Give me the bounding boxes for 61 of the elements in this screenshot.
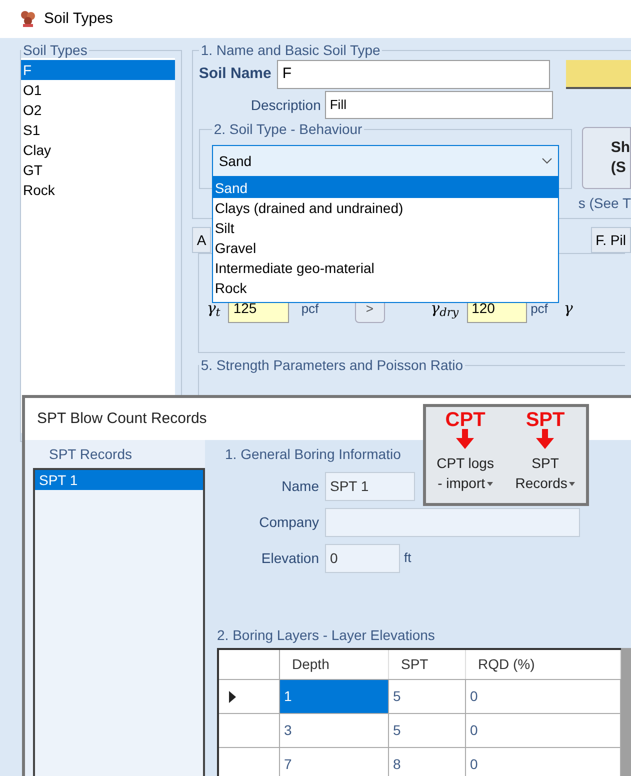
field-label: Name [280, 476, 320, 496]
column-header: SPT [389, 650, 466, 679]
soil-behaviour-dropdown[interactable]: Sand [212, 145, 559, 177]
group-label: 5. Strength Parameters and Poisson Ratio [200, 357, 464, 373]
record-item[interactable]: SPT 1 [35, 470, 203, 490]
text-field[interactable]: SPT 1 [325, 472, 415, 500]
text-field[interactable] [325, 508, 580, 536]
dropdown-option[interactable]: Silt [212, 218, 558, 238]
action-button[interactable] [566, 60, 631, 89]
toolbar-button[interactable]: SPT SPT Records [515, 411, 576, 503]
group-label: 1. General Boring Informatio [225, 444, 401, 464]
caret-icon [487, 482, 494, 486]
dropdown-option[interactable]: Clays (drained and undrained) [212, 198, 558, 218]
table-cell: 5 [389, 714, 466, 747]
group-label: 2. Boring Layers - Layer Elevations [217, 626, 436, 645]
note-text: s (See T [578, 194, 631, 213]
unit-label: pcf [301, 300, 319, 318]
soil-name-label: Soil Name [198, 64, 272, 84]
table-cell: 7 [280, 748, 389, 776]
field-label: Company [258, 512, 320, 532]
app-icon [20, 10, 36, 28]
records-label: SPT Records [48, 444, 133, 464]
caret-icon [569, 482, 576, 486]
soil-type-item[interactable]: Rock [21, 180, 175, 200]
description-label: Description [250, 96, 321, 115]
dropdown-option[interactable]: Gravel [212, 238, 558, 258]
table-cell: 1 [280, 680, 389, 713]
unit-label: pcf [530, 300, 548, 318]
dropdown-option[interactable]: Intermediate geo-material [212, 258, 558, 278]
gamma-t-label: γ$_{t}$ [206, 298, 220, 320]
table-cell: 8 [389, 748, 466, 776]
current-row-icon [229, 690, 236, 702]
soil-type-item[interactable]: Clay [21, 140, 175, 160]
tab[interactable]: F. Pil [590, 227, 631, 253]
soil-type-item[interactable]: O1 [21, 80, 175, 100]
description-field[interactable]: Fill [324, 91, 553, 119]
down-arrow-icon [455, 429, 476, 449]
down-arrow-icon [535, 429, 556, 449]
text-field[interactable]: 0 [325, 544, 400, 572]
soil-name-field[interactable]: F [277, 60, 550, 89]
side-button[interactable]: Sh (S [582, 127, 631, 189]
soil-type-item[interactable]: S1 [21, 120, 175, 140]
gamma-label: γ [564, 298, 573, 320]
group-label: Soil Types [22, 42, 88, 58]
group-label: 2. Soil Type - Behaviour [212, 121, 364, 137]
gamma-dry-label: γ$_{dry}$ [430, 298, 459, 320]
unit-label: ft [404, 549, 412, 568]
table-cell: 3 [280, 714, 389, 747]
soil-type-item[interactable]: F [21, 60, 175, 80]
column-header: Depth [280, 650, 389, 679]
tab[interactable]: A [192, 227, 212, 253]
dropdown-option[interactable]: Sand [212, 178, 558, 198]
chevron-down-icon [542, 158, 552, 164]
table-cell: 5 [389, 680, 466, 713]
soil-type-item[interactable]: O2 [21, 100, 175, 120]
window-title: Soil Types [44, 8, 113, 29]
toolbar-button[interactable]: CPT CPT logs - import [436, 411, 494, 503]
soil-type-item[interactable]: GT [21, 160, 175, 180]
field-label: Elevation [260, 548, 320, 568]
window-title: SPT Blow Count Records [37, 408, 207, 429]
group-label: 1. Name and Basic Soil Type [200, 42, 382, 58]
